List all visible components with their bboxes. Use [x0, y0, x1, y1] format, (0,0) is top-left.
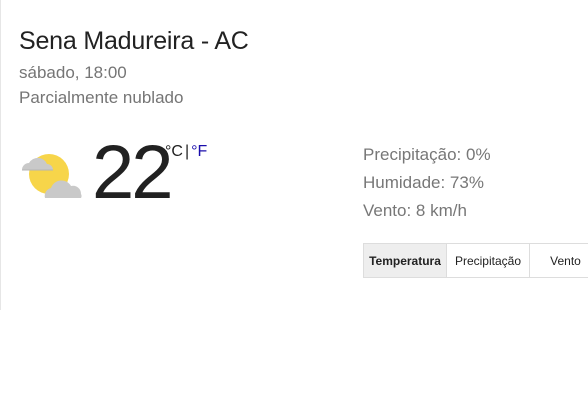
tab-wind[interactable]: Vento: [530, 243, 588, 278]
unit-separator: |: [184, 143, 190, 160]
weather-card: Sena Madureira - AC sábado, 18:00 Parcia…: [0, 0, 588, 310]
weather-condition: Parcialmente nublado: [19, 88, 184, 107]
tab-precipitation[interactable]: Precipitação: [447, 243, 530, 278]
partly-cloudy-icon: [19, 146, 83, 206]
date-time: sábado, 18:00: [19, 63, 127, 82]
fahrenheit-link[interactable]: °F: [191, 143, 207, 160]
celsius-unit[interactable]: °C: [165, 143, 183, 160]
weather-details: Precipitação: 0% Humidade: 73% Vento: 8 …: [363, 141, 491, 225]
humidity-text: Humidade: 73%: [363, 173, 484, 192]
chart-tabs: Temperatura Precipitação Vento: [363, 243, 588, 278]
unit-toggle: °C | °F: [165, 143, 207, 161]
temperature-value: 22: [92, 130, 174, 215]
location-title: Sena Madureira - AC: [19, 27, 249, 55]
precipitation-text: Precipitação: 0%: [363, 145, 491, 164]
wind-text: Vento: 8 km/h: [363, 201, 467, 220]
tab-temperature[interactable]: Temperatura: [363, 243, 447, 278]
